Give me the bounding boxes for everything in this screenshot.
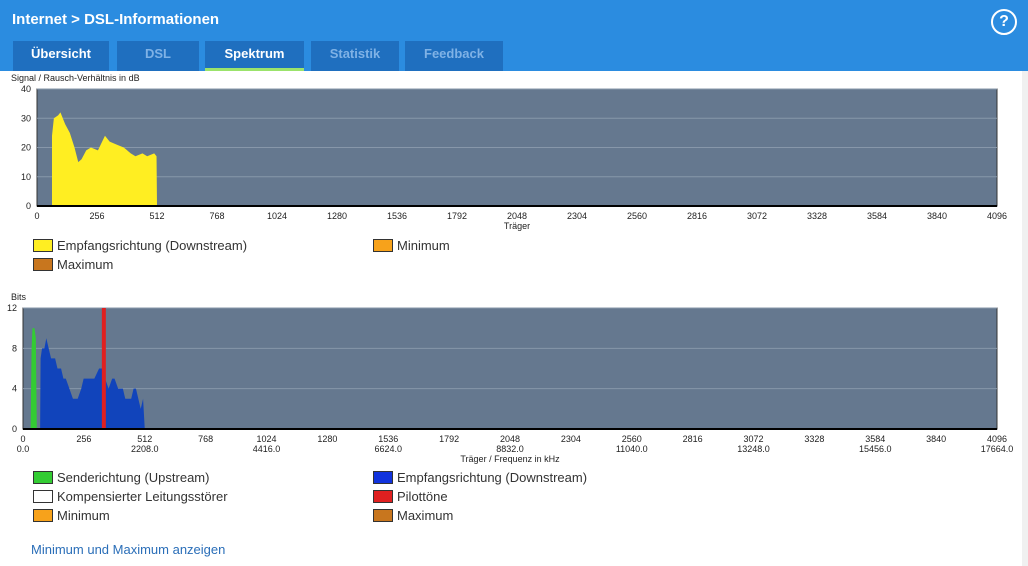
legend-swatch [33,258,53,271]
tab-statistik[interactable]: Statistik [311,41,399,71]
x-tick-label: 1024 [267,211,287,221]
x-tick-label-freq: 4416.0 [253,444,281,454]
help-icon[interactable]: ? [991,9,1017,35]
x-tick-label: 1792 [447,211,467,221]
x-tick-label: 768 [209,211,224,221]
x-tick-label: 0 [34,211,39,221]
x-tick-label: 2816 [687,211,707,221]
snr-chart: 0 10 20 30 40 0 256 512 768 1024 1280 1536 1792 2048 2… [21,84,1007,231]
legend-item: Maximum [373,508,453,523]
legend-label: Empfangsrichtung (Downstream) [397,470,588,485]
y-tick-label: 30 [21,113,31,123]
legend-item: Maximum [33,257,113,272]
legend-swatch [373,490,393,503]
y-tick-label: 20 [21,143,31,153]
legend-item: Empfangsrichtung (Downstream) [373,470,587,485]
legend-swatch [33,509,53,522]
x-tick-label: 3328 [807,211,827,221]
x-tick-label: 4096 [987,434,1007,444]
x-tick-label: 3584 [867,211,887,221]
x-tick-label: 3072 [747,211,767,221]
x-tick-label: 4096 [987,211,1007,221]
legend-item: Kompensierter Leitungsstörer [33,489,228,504]
x-tick-label: 3072 [743,434,763,444]
x-tick-label: 2560 [627,211,647,221]
x-tick-label: 2304 [561,434,581,444]
x-tick-label-freq: 8832.0 [496,444,524,454]
legend-item: Senderichtung (Upstream) [33,470,209,485]
legend-label: Senderichtung (Upstream) [57,470,210,485]
x-tick-label: 256 [76,434,91,444]
x-tick-label: 1536 [378,434,398,444]
show-min-max-link[interactable]: Minimum und Maximum anzeigen [31,542,225,557]
legend-swatch [373,509,393,522]
x-tick-label: 1536 [387,211,407,221]
x-tick-label: 2304 [567,211,587,221]
bits-chart: 0 4 8 12 00.0 256 5122208.0 768 10244416.0 1280 15… [7,303,1014,464]
legend-label: Pilottöne [397,489,448,504]
tab-dsl[interactable]: DSL [117,41,199,71]
x-axis-label: Träger / Frequenz in kHz [460,454,560,464]
x-tick-label-freq: 6624.0 [374,444,402,454]
x-tick-label: 3840 [926,434,946,444]
x-tick-label: 256 [89,211,104,221]
y-tick-label: 0 [26,201,31,211]
y-tick-label: 0 [12,424,17,434]
x-tick-label: 3840 [927,211,947,221]
x-tick-label-freq: 2208.0 [131,444,159,454]
x-tick-label: 3584 [865,434,885,444]
x-tick-label: 512 [149,211,164,221]
x-tick-label: 1280 [327,211,347,221]
legend-label: Minimum [57,508,110,523]
x-tick-label: 3328 [804,434,824,444]
pilot-tone-mark [101,308,106,429]
legend-item: Pilottöne [373,489,448,504]
x-tick-label: 1024 [256,434,276,444]
tab-uebersicht[interactable]: Übersicht [13,41,109,71]
page-title: Internet > DSL-Informationen [12,11,220,28]
header: Internet > DSL-Informationen ? Übersicht… [0,0,1028,71]
y-tick-label: 4 [12,384,17,394]
legend-label: Empfangsrichtung (Downstream) [57,238,248,253]
x-tick-label-freq: 0.0 [17,444,30,454]
x-tick-label-freq: 13248.0 [737,444,770,454]
legend-swatch [373,471,393,484]
y-tick-label: 10 [21,172,31,182]
legend-label: Maximum [397,508,454,523]
y-tick-label: 40 [21,84,31,94]
legend-item: Minimum [373,238,450,253]
x-tick-label: 768 [198,434,213,444]
legend-item: Minimum [33,508,110,523]
x-tick-label: 2048 [500,434,520,444]
legend-swatch [33,490,53,503]
scrollbar[interactable] [1022,71,1028,566]
legend-label: Maximum [57,257,114,272]
legend-swatch [373,239,393,252]
y-tick-label: 8 [12,343,17,353]
x-tick-label: 2048 [507,211,527,221]
legend-item: Empfangsrichtung (Downstream) [33,238,247,253]
x-tick-label: 512 [137,434,152,444]
x-tick-label: 2560 [622,434,642,444]
legend-swatch [33,239,53,252]
y-tick-label: 12 [7,303,17,313]
x-tick-label-freq: 15456.0 [859,444,892,454]
x-tick-label: 1792 [439,434,459,444]
x-tick-label: 2816 [683,434,703,444]
legend-swatch [33,471,53,484]
plot-area [22,307,998,430]
x-tick-label-freq: 11040.0 [616,444,648,454]
legend-label: Minimum [397,238,450,253]
tab-spektrum[interactable]: Spektrum [205,41,304,71]
x-tick-label: 1280 [317,434,337,444]
x-tick-label: 0 [20,434,25,444]
tab-feedback[interactable]: Feedback [405,41,503,71]
x-tick-label-freq: 17664.0 [981,444,1014,454]
legend-label: Kompensierter Leitungsstörer [57,489,228,504]
x-axis-label: Träger [504,221,530,231]
